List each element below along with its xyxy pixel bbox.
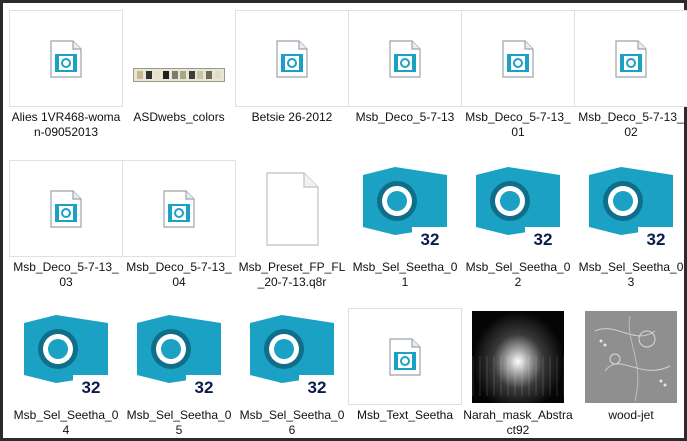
selection-file-icon: 32 [137, 314, 222, 397]
pattern-image-thumbnail [585, 310, 677, 403]
file-thumbnail: 32 [9, 308, 123, 405]
badge-32: 32 [421, 230, 440, 249]
file-label: Msb_Deco_5-7-13_02 [578, 110, 684, 139]
file-label: ASDwebs_colors [133, 110, 225, 124]
file-label: Betsie 26-2012 [251, 110, 333, 124]
file-msb-deco-3-02[interactable]: Msb_Deco_5-7-13_02 [574, 10, 687, 140]
file-msb-deco-3-04[interactable]: Msb_Deco_5-7-13_04 [122, 160, 236, 290]
picture-file-icon [50, 189, 82, 228]
file-betsie[interactable]: Betsie 26-2012 [235, 10, 349, 125]
file-thumbnail [348, 10, 462, 107]
picture-file-icon [276, 39, 308, 78]
file-msb-text[interactable]: Msb_Text_Seetha [348, 308, 462, 423]
file-label: Msb_Deco_5-7-13_03 [13, 260, 119, 289]
blank-document-icon [266, 171, 319, 246]
file-msb-sel-05[interactable]: 32 Msb_Sel_Seetha_05 [122, 308, 236, 438]
file-label: Msb_Deco_5-7-13_04 [126, 260, 232, 289]
file-thumbnail [235, 160, 349, 257]
file-msb-deco-3-03[interactable]: Msb_Deco_5-7-13_03 [9, 160, 123, 290]
file-thumbnail [574, 308, 687, 405]
file-label: wood-jet [608, 408, 654, 422]
file-label: Msb_Sel_Seetha_06 [239, 408, 345, 437]
color-palette-thumbnail [133, 68, 225, 82]
file-wood-jet[interactable]: wood-jet [574, 308, 687, 423]
selection-file-icon: 32 [24, 314, 109, 397]
file-msb-sel-01[interactable]: 32 Msb_Sel_Seetha_01 [348, 160, 462, 290]
file-asdwebs-colors[interactable]: ASDwebs_colors [122, 10, 236, 125]
file-label: Msb_Sel_Seetha_03 [578, 260, 684, 289]
file-thumbnail [574, 10, 687, 107]
file-thumbnail [9, 10, 123, 107]
file-msb-deco-3[interactable]: Msb_Deco_5-7-13 [348, 10, 462, 125]
file-thumbnail [122, 10, 236, 107]
selection-file-icon: 32 [250, 314, 335, 397]
file-label: Narah_mask_Abstract92 [463, 408, 573, 437]
file-label: Msb_Sel_Seetha_02 [465, 260, 571, 289]
file-label: Msb_Deco_5-7-13_01 [465, 110, 571, 139]
floral-pattern-icon [594, 315, 671, 401]
picture-file-icon [389, 39, 421, 78]
file-alies[interactable]: Alies 1VR468-woman-09052013 [9, 10, 123, 140]
file-thumbnail: 32 [235, 308, 349, 405]
selection-file-icon: 32 [476, 166, 561, 249]
file-label: Msb_Sel_Seetha_01 [352, 260, 458, 289]
picture-file-icon [502, 39, 534, 78]
file-explorer-window: Alies 1VR468-woman-09052013 ASDwebs_colo… [0, 0, 687, 441]
file-thumbnail: 32 [348, 160, 462, 257]
file-thumbnail [235, 10, 349, 107]
file-label: Msb_Preset_FP_FL_20-7-13.q8r [238, 260, 346, 289]
file-thumbnail: 32 [122, 308, 236, 405]
file-thumbnail [9, 160, 123, 257]
picture-file-icon [163, 189, 195, 228]
file-msb-sel-04[interactable]: 32 Msb_Sel_Seetha_04 [9, 308, 123, 438]
file-thumbnail: 32 [574, 160, 687, 257]
file-narah-mask[interactable]: Narah_mask_Abstract92 [461, 308, 575, 438]
file-label: Msb_Deco_5-7-13 [355, 110, 455, 124]
file-thumbnail: 32 [461, 160, 575, 257]
file-label: Msb_Sel_Seetha_05 [126, 408, 232, 437]
file-label: Msb_Text_Seetha [356, 408, 454, 422]
badge-32: 32 [647, 230, 666, 249]
file-label: Alies 1VR468-woman-09052013 [11, 110, 121, 139]
selection-file-icon: 32 [363, 166, 448, 249]
file-label: Msb_Sel_Seetha_04 [13, 408, 119, 437]
picture-file-icon [50, 39, 82, 78]
badge-32: 32 [534, 230, 553, 249]
file-thumbnail [348, 308, 462, 405]
badge-32: 32 [195, 378, 214, 397]
badge-32: 32 [308, 378, 327, 397]
file-thumbnail [461, 10, 575, 107]
file-msb-sel-03[interactable]: 32 Msb_Sel_Seetha_03 [574, 160, 687, 290]
selection-file-icon: 32 [589, 166, 674, 249]
file-msb-sel-02[interactable]: 32 Msb_Sel_Seetha_02 [461, 160, 575, 290]
file-thumbnail [461, 308, 575, 405]
file-msb-deco-3-01[interactable]: Msb_Deco_5-7-13_01 [461, 10, 575, 140]
mask-image-thumbnail [472, 310, 564, 403]
file-thumbnail [122, 160, 236, 257]
file-msb-preset[interactable]: Msb_Preset_FP_FL_20-7-13.q8r [235, 160, 349, 290]
picture-file-icon [389, 337, 421, 376]
picture-file-icon [615, 39, 647, 78]
badge-32: 32 [82, 378, 101, 397]
file-msb-sel-06[interactable]: 32 Msb_Sel_Seetha_06 [235, 308, 349, 438]
